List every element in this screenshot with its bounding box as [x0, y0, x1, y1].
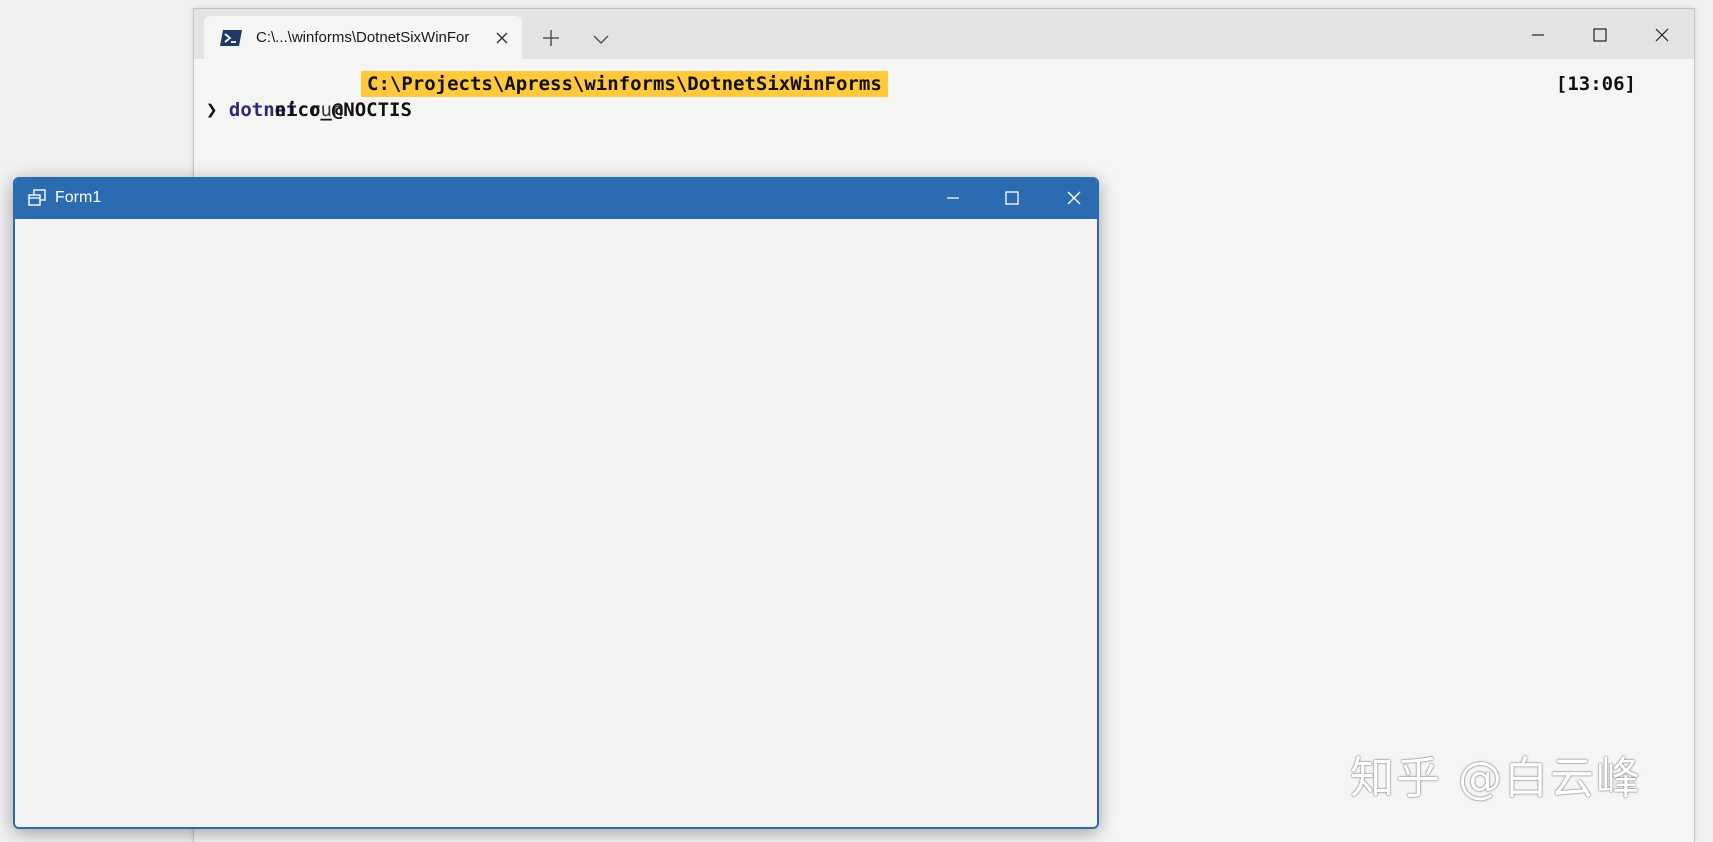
close-icon[interactable] [1650, 23, 1674, 47]
minimize-icon[interactable] [1526, 23, 1550, 47]
terminal-titlebar[interactable]: C:\...\winforms\DotnetSixWinFor [194, 9, 1694, 59]
tab-title: C:\...\winforms\DotnetSixWinFor [256, 29, 470, 46]
form1-title: Form1 [55, 189, 102, 206]
prompt-user: nico_@NOCTIS [274, 99, 412, 121]
form-close-icon[interactable] [1062, 186, 1086, 210]
chevron-down-icon[interactable] [591, 29, 611, 49]
command-line: ❯ dotnet run [206, 97, 1694, 123]
form1-client-area[interactable] [15, 219, 1097, 827]
prompt-line: nico_@NOCTIS C:\Projects\Apress\winforms… [206, 71, 1694, 121]
prompt-path: C:\Projects\Apress\winforms\DotnetSixWin… [361, 71, 888, 97]
form1-window[interactable]: Form1 [13, 177, 1099, 829]
form1-titlebar[interactable]: Form1 [15, 177, 1097, 219]
form-maximize-icon[interactable] [1000, 186, 1024, 210]
form-minimize-icon[interactable] [941, 186, 965, 210]
terminal-output[interactable]: nico_@NOCTIS C:\Projects\Apress\winforms… [206, 71, 1694, 123]
new-tab-button[interactable] [539, 26, 563, 50]
terminal-tab[interactable]: C:\...\winforms\DotnetSixWinFor [204, 16, 522, 59]
maximize-icon[interactable] [1588, 23, 1612, 47]
tab-close-icon[interactable] [494, 30, 510, 46]
prompt-time: [13:06] [1555, 73, 1636, 95]
watermark-text: 知乎 @白云峰 [1350, 753, 1642, 804]
powershell-icon [220, 29, 242, 46]
form-app-icon [27, 188, 47, 208]
